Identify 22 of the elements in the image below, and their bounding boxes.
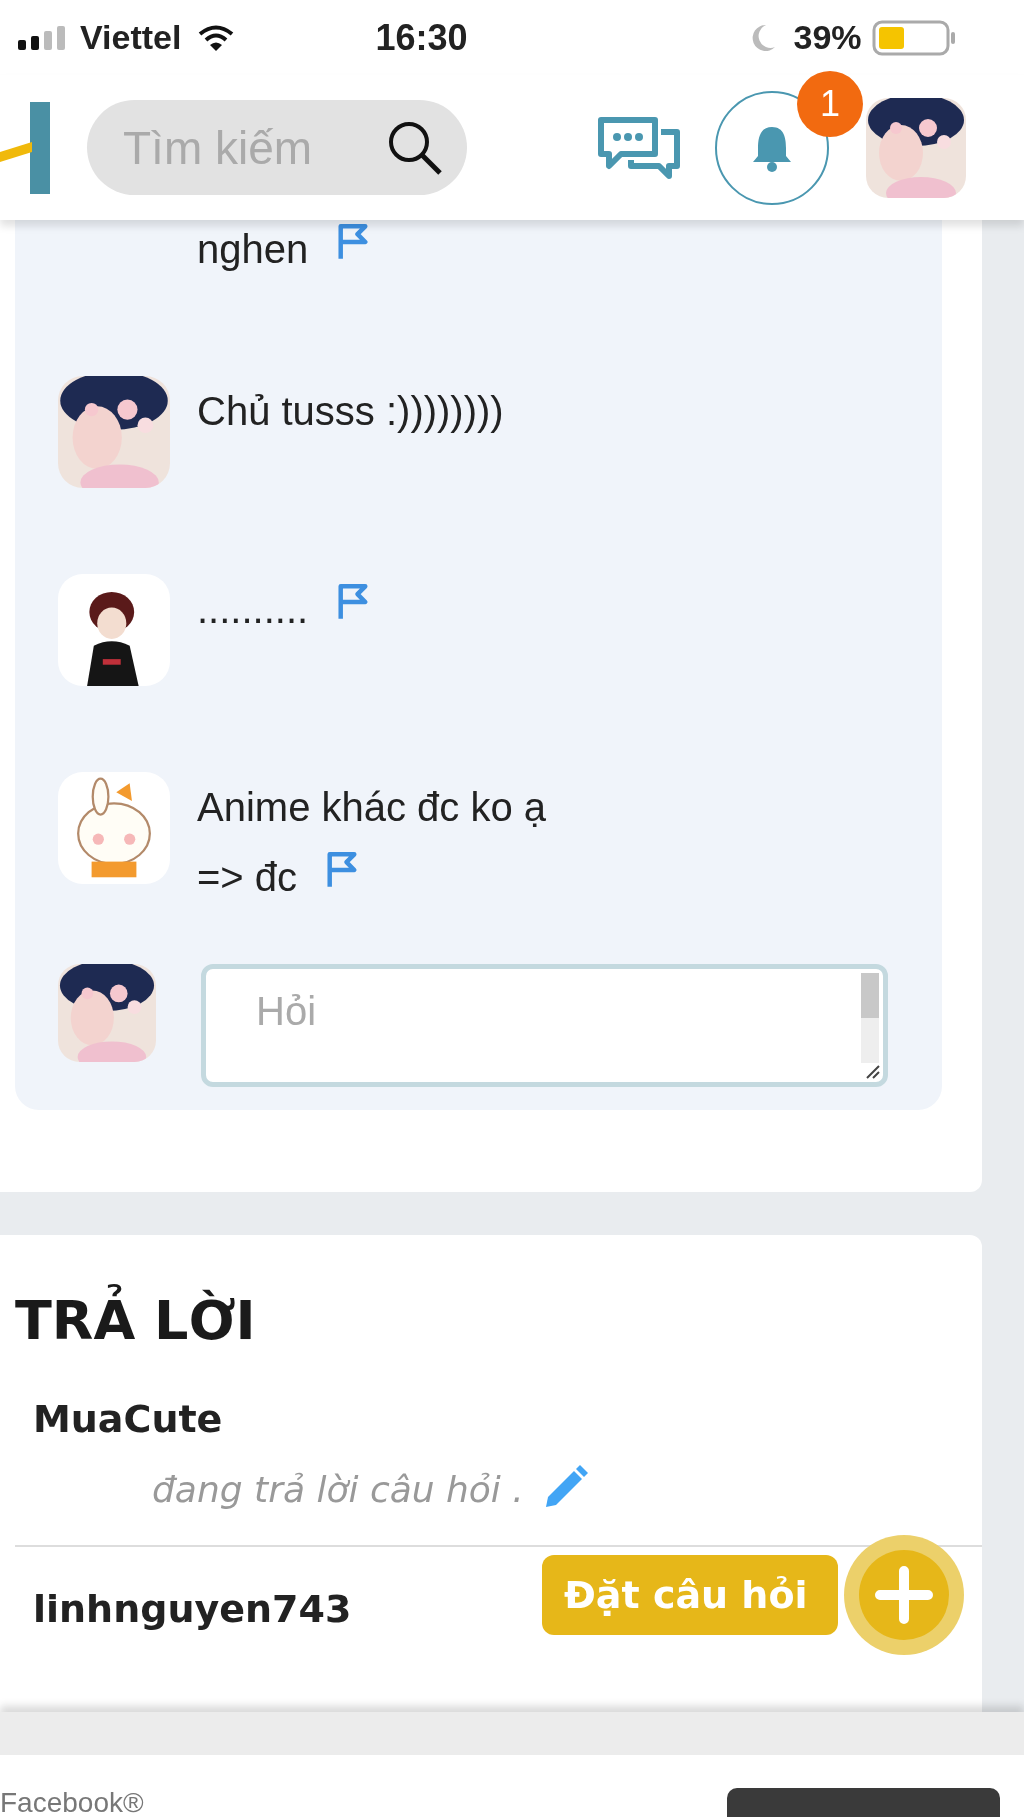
notification-badge: 1 bbox=[797, 70, 863, 137]
battery-icon bbox=[871, 19, 956, 56]
comment-text: Anime khác đc ko ạ bbox=[197, 784, 547, 831]
brand-text: Facebook® bbox=[0, 1787, 144, 1817]
comment-text: .......... bbox=[197, 586, 309, 633]
logo-icon[interactable] bbox=[0, 101, 50, 194]
scrollbar[interactable] bbox=[861, 973, 879, 1063]
user-name[interactable]: linhnguyen743 bbox=[33, 1587, 352, 1631]
status-text: đang trả lời câu hỏi . bbox=[152, 1468, 524, 1510]
battery-percent: 39% bbox=[793, 18, 862, 57]
flag-icon[interactable] bbox=[336, 223, 371, 261]
comment-text: Chủ tusss :)))))))) bbox=[197, 388, 504, 435]
comment-field[interactable]: Hỏi bbox=[201, 964, 888, 1087]
carrier-name: Viettel bbox=[80, 18, 182, 57]
comment-text: => đc bbox=[197, 854, 298, 901]
wifi-icon bbox=[197, 23, 236, 52]
search-field[interactable]: Tìm kiếm bbox=[87, 100, 467, 195]
comment-text: nghen bbox=[197, 226, 309, 273]
add-button[interactable] bbox=[841, 1533, 966, 1657]
user-name[interactable]: MuaCute bbox=[33, 1397, 223, 1441]
clock-time: 16:30 bbox=[375, 16, 468, 59]
section-title: TRẢ LỜI bbox=[15, 1285, 982, 1357]
